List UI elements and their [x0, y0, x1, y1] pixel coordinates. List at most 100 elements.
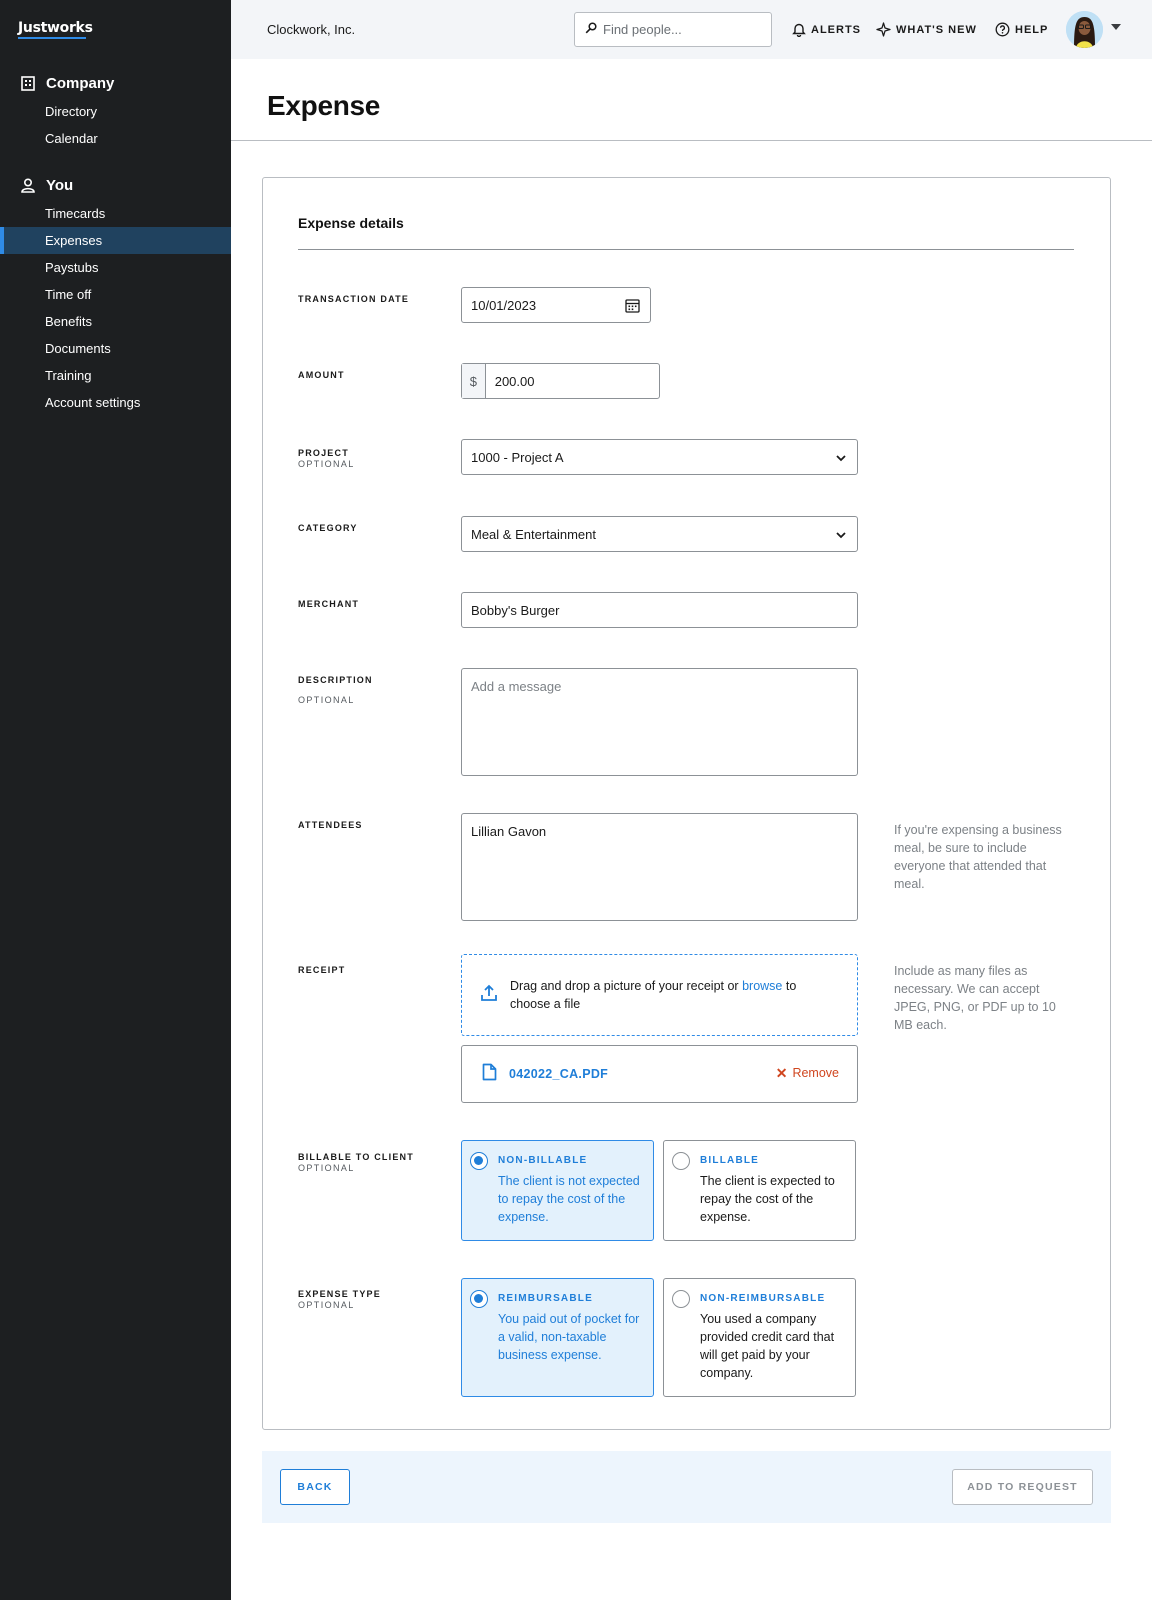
attendees-field[interactable]: Lillian Gavon [461, 813, 858, 921]
dropzone-instructions: Drag and drop a picture of your receipt … [510, 977, 830, 1013]
sidebar-item-time-off[interactable]: Time off [0, 281, 231, 308]
alerts-label: ALERTS [811, 23, 861, 36]
option-description: The client is expected to repay the cost… [700, 1174, 835, 1224]
amount-field[interactable]: $ [461, 363, 660, 399]
person-icon [20, 177, 36, 193]
sidebar-item-calendar[interactable]: Calendar [0, 125, 231, 152]
billable-label-text: BILLABLE TO CLIENT [298, 1152, 414, 1162]
logo-underline [18, 37, 86, 39]
description-field[interactable] [461, 668, 858, 776]
optional-tag: OPTIONAL [298, 695, 355, 705]
search-input[interactable] [603, 22, 763, 37]
nav-section-company: Company Directory Calendar [0, 71, 231, 152]
whats-new-link[interactable]: WHAT'S NEW [876, 22, 977, 37]
receipt-help-text: Include as many files as necessary. We c… [894, 964, 1056, 1032]
sidebar-item-expenses[interactable]: Expenses [0, 227, 231, 254]
receipt-dropzone[interactable]: Drag and drop a picture of your receipt … [461, 954, 858, 1036]
radio-non-billable[interactable]: NON-BILLABLE The client is not expected … [461, 1140, 654, 1241]
radio-non-reimbursable[interactable]: NON-REIMBURSABLE You used a company prov… [663, 1278, 856, 1397]
top-bar: Clockwork, Inc. ALERTS WHAT'S NEW HELP [231, 0, 1152, 59]
project-label: PROJECT OPTIONAL [298, 448, 355, 470]
option-title: NON-REIMBURSABLE [700, 1293, 826, 1304]
project-label-text: PROJECT [298, 448, 349, 458]
nav-section-you: You Timecards Expenses Paystubs Time off… [0, 173, 231, 416]
optional-tag: OPTIONAL [298, 459, 355, 469]
category-label: CATEGORY [298, 523, 358, 533]
optional-tag: OPTIONAL [298, 1300, 355, 1310]
dropzone-text: Drag and drop a picture of your receipt … [510, 979, 739, 993]
description-input[interactable] [462, 669, 857, 775]
nav-heading-label: Company [46, 74, 115, 92]
file-icon [482, 1063, 497, 1086]
attendees-help-text: If you're expensing a business meal, be … [894, 823, 1062, 891]
section-title: Expense details [298, 215, 404, 231]
whats-new-label: WHAT'S NEW [896, 23, 977, 36]
sidebar: Justworks Company Directory Calendar You… [0, 0, 231, 1600]
user-avatar[interactable] [1066, 11, 1103, 48]
justworks-logo[interactable]: Justworks [18, 20, 93, 36]
amount-input[interactable] [494, 373, 659, 389]
transaction-date-field[interactable] [461, 287, 651, 323]
sidebar-item-benefits[interactable]: Benefits [0, 308, 231, 335]
merchant-label: MERCHANT [298, 599, 360, 609]
sidebar-item-account-settings[interactable]: Account settings [0, 389, 231, 416]
nav-heading-company: Company [0, 71, 231, 95]
description-label: DESCRIPTION OPTIONAL [298, 675, 373, 706]
radio-button-icon [672, 1290, 690, 1308]
receipt-label: RECEIPT [298, 965, 346, 975]
option-description: The client is not expected to repay the … [498, 1174, 640, 1224]
back-button[interactable]: BACK [280, 1469, 350, 1505]
merchant-input[interactable] [471, 602, 857, 618]
option-description: You paid out of pocket for a valid, non-… [498, 1312, 640, 1362]
option-description: You used a company provided credit card … [700, 1312, 835, 1380]
search-icon [585, 21, 597, 39]
sidebar-item-directory[interactable]: Directory [0, 98, 231, 125]
category-select[interactable]: Meal & Entertainment [461, 516, 858, 552]
expense-details-card: Expense details TRANSACTION DATE AMOUNT … [262, 177, 1111, 1430]
sidebar-item-documents[interactable]: Documents [0, 335, 231, 362]
project-select[interactable]: 1000 - Project A [461, 439, 858, 475]
sidebar-item-training[interactable]: Training [0, 362, 231, 389]
chevron-down-icon[interactable] [1111, 24, 1121, 30]
option-title: BILLABLE [700, 1155, 760, 1166]
help-icon [995, 22, 1010, 37]
sidebar-item-paystubs[interactable]: Paystubs [0, 254, 231, 281]
people-search[interactable] [574, 12, 772, 47]
page-title: Expense [267, 90, 381, 121]
amount-label: AMOUNT [298, 370, 345, 380]
uploaded-file-row: 042022_CA.PDF ✕ Remove [461, 1045, 858, 1103]
calendar-icon[interactable] [625, 298, 640, 313]
help-label: HELP [1015, 23, 1049, 36]
currency-prefix: $ [462, 364, 486, 398]
description-label-text: DESCRIPTION [298, 675, 373, 685]
radio-billable[interactable]: BILLABLE The client is expected to repay… [663, 1140, 856, 1241]
file-name-link[interactable]: 042022_CA.PDF [509, 1067, 608, 1081]
radio-button-icon [470, 1290, 488, 1308]
building-icon [20, 75, 36, 91]
option-title: NON-BILLABLE [498, 1155, 588, 1166]
radio-reimbursable[interactable]: REIMBURSABLE You paid out of pocket for … [461, 1278, 654, 1397]
alerts-link[interactable]: ALERTS [792, 22, 861, 37]
attendees-input[interactable]: Lillian Gavon [462, 814, 857, 920]
chevron-down-icon [835, 529, 847, 541]
section-divider [298, 249, 1074, 250]
add-to-request-button[interactable]: ADD TO REQUEST [952, 1469, 1093, 1505]
transaction-date-input[interactable] [471, 297, 650, 313]
merchant-field[interactable] [461, 592, 858, 628]
sidebar-item-timecards[interactable]: Timecards [0, 200, 231, 227]
help-link[interactable]: HELP [995, 22, 1048, 37]
close-icon: ✕ [775, 1065, 788, 1081]
form-actions-bar: BACK ADD TO REQUEST [262, 1451, 1111, 1523]
bell-icon [792, 22, 806, 37]
remove-label: Remove [792, 1066, 839, 1080]
remove-file-button[interactable]: ✕ Remove [776, 1066, 839, 1080]
nav-heading-label: You [46, 176, 74, 194]
radio-button-icon [470, 1152, 488, 1170]
sparkle-icon [876, 22, 891, 37]
header-divider [231, 140, 1152, 141]
browse-link[interactable]: browse [742, 979, 782, 993]
expense-type-label: EXPENSE TYPE OPTIONAL [298, 1289, 381, 1311]
expense-type-label-text: EXPENSE TYPE [298, 1289, 381, 1299]
chevron-down-icon [835, 452, 847, 464]
category-value: Meal & Entertainment [471, 526, 597, 542]
